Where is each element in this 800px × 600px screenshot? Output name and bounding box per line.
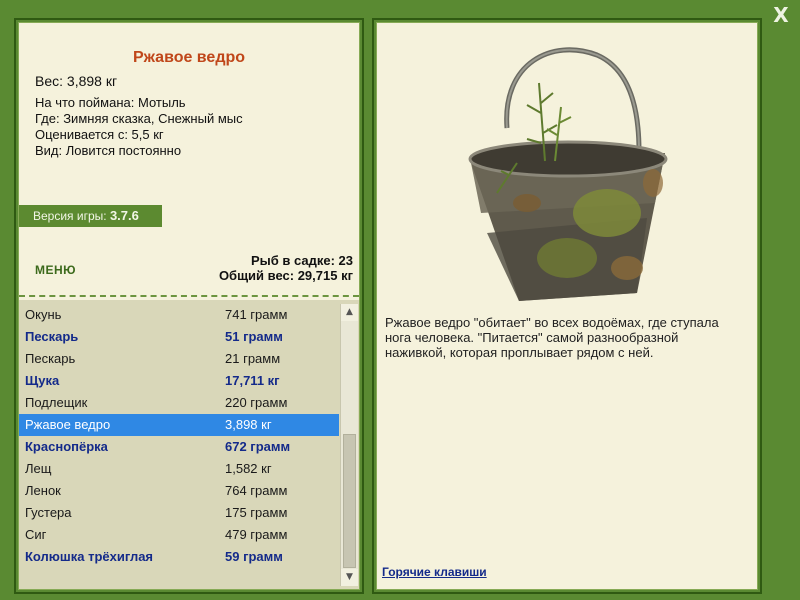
catch-stats: Рыб в садке: 23 Общий вес: 29,715 кг: [219, 253, 353, 283]
catch-list-item[interactable]: Окунь 741 грамм: [19, 304, 339, 326]
catch-item-weight: 17,711 кг: [225, 373, 280, 388]
location-text: Где: Зимняя сказка, Снежный мыс: [35, 111, 243, 126]
catch-item-name: Ленок: [25, 483, 61, 498]
catch-list-item[interactable]: Колюшка трёхиглая 59 грамм: [19, 546, 339, 568]
catch-item-name: Пескарь: [25, 329, 79, 344]
catch-list-item[interactable]: Краснопёрка 672 грамм: [19, 436, 339, 458]
catch-item-name: Щука: [25, 373, 60, 388]
catch-list-item[interactable]: Густера 175 грамм: [19, 502, 339, 524]
catch-item-name: Пескарь: [25, 351, 76, 366]
catch-item-name: Краснопёрка: [25, 439, 108, 454]
catch-list-item[interactable]: Щука 17,711 кг: [19, 370, 339, 392]
fish-count: Рыб в садке: 23: [250, 253, 353, 268]
fish-details: На что поймана: Мотыль Где: Зимняя сказк…: [35, 95, 243, 159]
scroll-up-button[interactable]: ▲: [341, 304, 358, 321]
version-value: 3.7.6: [109, 208, 139, 223]
catch-list-item[interactable]: Пескарь 51 грамм: [19, 326, 339, 348]
scroll-down-button[interactable]: ▼: [341, 569, 358, 586]
catch-item-name: Сиг: [25, 527, 47, 542]
catch-item-weight: 51 грамм: [225, 329, 283, 344]
catch-item-weight: 175 грамм: [225, 505, 288, 520]
menu-button[interactable]: МЕНЮ: [35, 263, 76, 277]
arrow-down-icon: ▼: [346, 572, 353, 582]
info-panel: Ржавое ведро Вес: 3,898 кг На что пойман…: [14, 18, 364, 594]
version-bar: Версия игры: 3.7.6: [19, 205, 162, 227]
catch-item-weight: 59 грамм: [225, 549, 283, 564]
caught-on-text: На что поймана: Мотыль: [35, 95, 186, 110]
close-icon: X: [773, 3, 789, 27]
fish-weight: Вес: 3,898 кг: [35, 73, 118, 89]
preview-panel: Ржавое ведро "обитает" во всех водоёмах,…: [372, 18, 762, 594]
catch-list: Окунь 741 грамм Пескарь 51 грамм Пескарь 21 г…: [19, 304, 339, 568]
catch-item-weight: 21 грамм: [225, 351, 281, 366]
catch-item-weight: 672 грамм: [225, 439, 291, 454]
catch-list-item[interactable]: Лещ 1,582 кг: [19, 458, 339, 480]
catch-list-item[interactable]: Сиг 479 грамм: [19, 524, 339, 546]
total-weight: Общий вес: 29,715 кг: [218, 268, 353, 283]
item-description: Ржавое ведро "обитает" во всех водоёмах,…: [385, 315, 719, 360]
catch-list-item[interactable]: Пескарь 21 грамм: [19, 348, 339, 370]
divider: [19, 295, 359, 297]
catch-list-area: Окунь 741 грамм Пескарь 51 грамм Пескарь 21 г…: [19, 300, 359, 589]
catch-item-weight: 3,898 кг: [225, 417, 272, 432]
catch-item-name: Лещ: [25, 461, 52, 476]
catch-item-name: Ржавое ведро: [25, 417, 111, 432]
close-button[interactable]: X: [770, 4, 792, 26]
catch-item-name: Окунь: [25, 307, 62, 322]
type-text: Вид: Ловится постоянно: [35, 143, 182, 158]
version-label: Версия игры:: [33, 209, 107, 223]
catch-item-weight: 1,582 кг: [225, 461, 272, 476]
scroll-thumb[interactable]: [343, 434, 356, 568]
catch-list-item[interactable]: Ленок 764 грамм: [19, 480, 339, 502]
catch-item-name: Подлещик: [25, 395, 88, 410]
catch-item-name: Колюшка трёхиглая: [25, 549, 154, 564]
list-scrollbar[interactable]: ▲ ▼: [340, 304, 358, 586]
rusty-bucket-image: [468, 47, 668, 301]
catch-item-weight: 741 грамм: [225, 307, 288, 322]
hotkeys-link[interactable]: Горячие клавиши: [382, 565, 487, 579]
catch-list-item[interactable]: Ржавое ведро 3,898 кг: [19, 414, 339, 436]
catch-item-weight: 764 грамм: [225, 483, 288, 498]
fish-title: Ржавое ведро: [132, 49, 246, 66]
catch-list-item[interactable]: Подлещик 220 грамм: [19, 392, 339, 414]
catch-item-weight: 479 грамм: [225, 527, 288, 542]
catch-item-weight: 220 грамм: [225, 395, 288, 410]
arrow-up-icon: ▲: [346, 307, 353, 317]
valued-from-text: Оценивается с: 5,5 кг: [35, 127, 164, 142]
catch-item-name: Густера: [25, 505, 72, 520]
